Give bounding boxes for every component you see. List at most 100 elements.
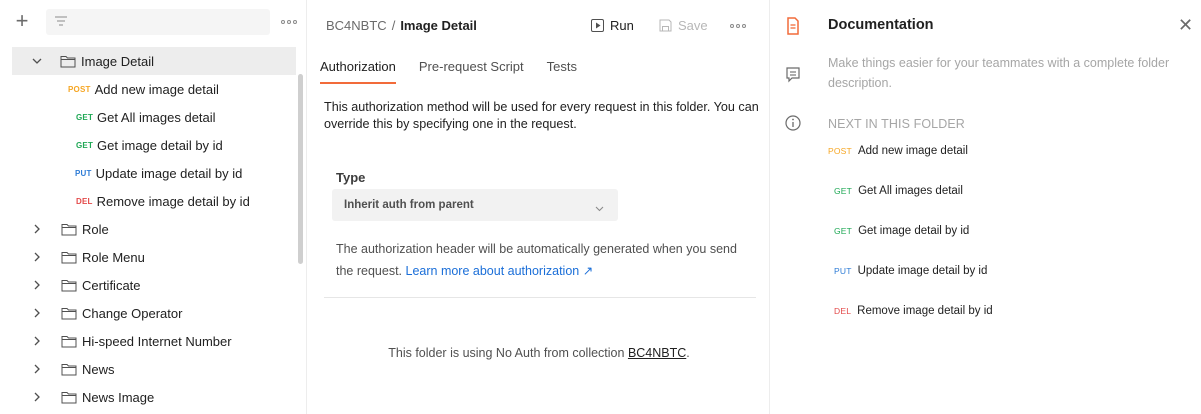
divider [324, 297, 756, 298]
tree-request[interactable]: DEL Remove image detail by id [0, 187, 296, 215]
folder-label: Image Detail [81, 53, 154, 69]
breadcrumb-separator: / [391, 18, 396, 33]
next-in-folder-label: NEXT IN THIS FOLDER [828, 117, 965, 131]
chevron-right-icon[interactable] [30, 390, 44, 404]
folder-icon [61, 334, 77, 348]
folder-editor: BC4NBTC / Image Detail Run Save Authorizat… [308, 0, 770, 414]
editor-tabs: Authorization Pre-request Script Tests [320, 58, 600, 88]
chevron-right-icon[interactable] [30, 362, 44, 376]
next-request-label: Get image detail by id [858, 225, 970, 237]
chevron-down-icon [595, 200, 604, 215]
next-request-item[interactable]: PUT Update image detail by id [834, 265, 987, 277]
filter-icon [55, 16, 67, 26]
tree-folder[interactable]: Hi-speed Internet Number [0, 327, 296, 355]
play-icon [591, 19, 604, 32]
next-request-label: Add new image detail [857, 145, 968, 157]
request-label: Get All images detail [97, 109, 216, 125]
documentation-description[interactable]: Make things easier for your teammates wi… [828, 53, 1188, 93]
editor-more-icon[interactable] [728, 21, 748, 31]
filter-input[interactable] [46, 9, 270, 35]
tree-folder[interactable]: Role [0, 215, 296, 243]
tree-request[interactable]: GET Get image detail by id [0, 131, 296, 159]
method-badge: GET [76, 112, 94, 122]
tree-folder[interactable]: Role Menu [0, 243, 296, 271]
run-button[interactable]: Run [591, 18, 634, 33]
tree-folder-image-detail[interactable]: Image Detail [12, 47, 296, 75]
learn-more-link[interactable]: Learn more about authorization ↗ [406, 264, 594, 278]
context-bar [771, 0, 817, 414]
folder-label: Change Operator [82, 305, 183, 321]
chevron-right-icon[interactable] [30, 222, 44, 236]
auth-type-select[interactable]: Inherit auth from parent [332, 189, 618, 221]
noauth-prefix: This folder is using No Auth from collec… [388, 346, 625, 360]
breadcrumb-collection[interactable]: BC4NBTC [326, 18, 387, 33]
type-label: Type [336, 170, 366, 185]
editor-header: BC4NBTC / Image Detail Run Save [308, 0, 770, 50]
breadcrumb: BC4NBTC / Image Detail [326, 18, 477, 33]
documentation-title: Documentation [828, 17, 934, 33]
folder-icon [61, 250, 77, 264]
tree-folder[interactable]: News [0, 355, 296, 383]
documentation-panel: Documentation ✕ Make things easier for y… [817, 0, 1201, 414]
comments-icon[interactable] [783, 64, 803, 84]
next-request-label: Get All images detail [858, 185, 963, 197]
folder-icon [61, 306, 77, 320]
folder-icon [61, 362, 77, 376]
save-icon [659, 19, 672, 32]
folder-label: Certificate [82, 277, 141, 293]
folder-label: News [82, 361, 115, 377]
sidebar: + Image Detail POST Add new image detail [0, 0, 307, 414]
method-badge: DEL [76, 196, 93, 206]
method-badge: DEL [834, 306, 852, 316]
chevron-right-icon[interactable] [30, 278, 44, 292]
tree-request[interactable]: POST Add new image detail [0, 75, 296, 103]
tab-tests[interactable]: Tests [547, 58, 577, 88]
info-icon[interactable] [783, 113, 803, 133]
run-label: Run [610, 18, 634, 33]
auth-type-value: Inherit auth from parent [344, 199, 474, 211]
method-badge: PUT [75, 168, 92, 178]
collection-link[interactable]: BC4NBTC [628, 346, 686, 360]
folder-icon [60, 54, 76, 68]
request-label: Add new image detail [94, 81, 219, 97]
tab-pre-request-script[interactable]: Pre-request Script [419, 58, 524, 88]
sidebar-more-icon[interactable] [279, 17, 299, 27]
close-icon[interactable]: ✕ [1178, 16, 1193, 34]
folder-icon [61, 390, 77, 404]
next-request-label: Remove image detail by id [857, 305, 993, 317]
documentation-icon[interactable] [783, 16, 803, 36]
auth-note: The authorization header will be automat… [336, 238, 746, 282]
next-request-item[interactable]: DEL Remove image detail by id [834, 305, 993, 317]
tree-folder[interactable]: Change Operator [0, 299, 296, 327]
page-title[interactable]: Image Detail [400, 18, 477, 33]
new-item-button[interactable]: + [12, 10, 32, 32]
tree-request[interactable]: GET Get All images detail [0, 103, 296, 131]
chevron-right-icon[interactable] [30, 334, 44, 348]
save-label: Save [678, 18, 708, 33]
next-request-item[interactable]: GET Get All images detail [834, 185, 963, 197]
chevron-down-icon[interactable] [30, 54, 44, 68]
request-label: Remove image detail by id [96, 193, 250, 209]
auth-description: This authorization method will be used f… [324, 100, 759, 131]
chevron-right-icon[interactable] [30, 250, 44, 264]
request-label: Update image detail by id [95, 165, 243, 181]
sidebar-scrollbar[interactable] [298, 74, 303, 264]
chevron-right-icon[interactable] [30, 306, 44, 320]
request-label: Get image detail by id [97, 137, 223, 153]
folder-icon [61, 222, 77, 236]
tree-folder[interactable]: News Image [0, 383, 296, 411]
folder-label: Role Menu [82, 249, 145, 265]
next-request-label: Update image detail by id [857, 265, 988, 277]
folder-label: Hi-speed Internet Number [82, 333, 232, 349]
noauth-suffix: . [686, 346, 690, 360]
tree-request[interactable]: PUT Update image detail by id [0, 159, 296, 187]
folder-label: Role [82, 221, 109, 237]
next-request-item[interactable]: POST Add new image detail [828, 145, 968, 157]
next-request-item[interactable]: GET Get image detail by id [834, 225, 969, 237]
tab-authorization[interactable]: Authorization [320, 58, 396, 88]
method-badge: POST [68, 84, 91, 94]
collection-tree: Image Detail POST Add new image detail G… [0, 47, 296, 411]
save-button[interactable]: Save [659, 18, 708, 33]
method-badge: GET [76, 140, 94, 150]
tree-folder[interactable]: Certificate [0, 271, 296, 299]
